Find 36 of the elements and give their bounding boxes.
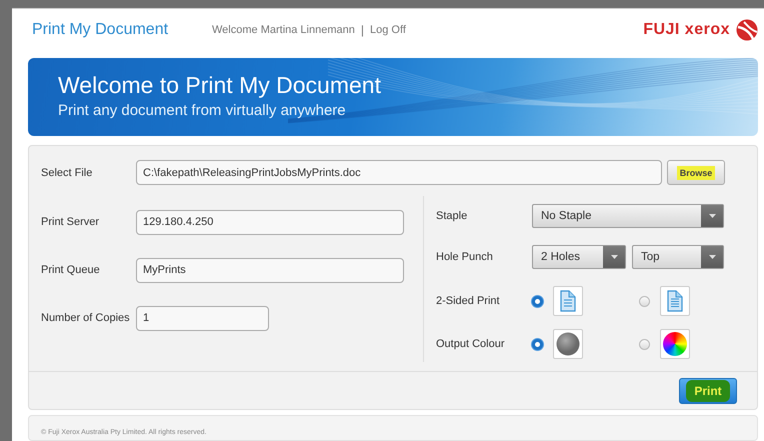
field-label: Print Queue	[41, 264, 101, 276]
circle-icon	[556, 332, 580, 356]
logo-text: FUJI xerox	[643, 21, 730, 39]
color-wheel-icon	[663, 332, 687, 356]
field-label: 2-Sided Print	[436, 295, 501, 307]
radio-button[interactable]	[639, 338, 650, 350]
position-dropdown[interactable]: Top	[632, 245, 724, 269]
banner-subtitle: Print any document from virtually anywhere	[58, 102, 347, 119]
holes-dropdown[interactable]: 2 Holes	[532, 245, 626, 269]
banner-title: Welcome to Print My Document	[58, 72, 382, 99]
radio-button[interactable]	[532, 296, 543, 306]
sphere-logo-icon	[736, 19, 758, 41]
file-path-field[interactable]: C:\fakepath\ReleasingPrintJobsMyPrints.doc	[136, 160, 662, 185]
caret-icon	[610, 255, 618, 259]
field-label: Number of Copies	[41, 312, 131, 324]
browse-button[interactable]: Browse	[667, 160, 725, 185]
input-field[interactable]: 129.180.4.250	[136, 210, 404, 234]
radio-button[interactable]	[639, 296, 650, 306]
radio-button[interactable]	[532, 338, 543, 350]
welcome-text: Welcome Martina Linnemann	[212, 24, 355, 36]
document-icon	[667, 290, 683, 312]
document-icon	[560, 290, 576, 312]
input-field[interactable]: 1	[136, 306, 269, 330]
field-label: Output Colour	[436, 338, 506, 350]
staple-dropdown[interactable]: No Staple	[532, 204, 724, 228]
field-label: Print Server	[41, 216, 100, 228]
separator-text: |	[360, 23, 364, 37]
caret-icon	[708, 214, 716, 218]
print-button[interactable]: Print	[679, 378, 737, 404]
log-off-link[interactable]: Log Off	[370, 24, 406, 36]
field-label: Staple	[436, 210, 468, 222]
input-field[interactable]: MyPrints	[136, 258, 404, 282]
caret-icon	[708, 255, 716, 259]
field-label: Select File	[41, 166, 94, 178]
app-title: Print My Document	[32, 21, 170, 39]
field-label: Hole Punch	[436, 251, 494, 263]
